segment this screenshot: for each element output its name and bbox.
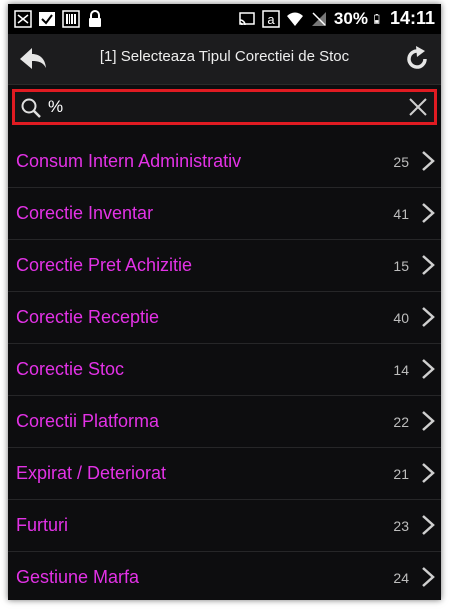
list-item-count: 24 — [393, 570, 409, 586]
list-item-label: Corectie Inventar — [16, 203, 154, 223]
chevron-right-icon — [422, 463, 435, 483]
list-item[interactable]: Furturi 23 — [8, 500, 441, 552]
list-item-count: 15 — [393, 258, 409, 274]
chevron-right-icon — [422, 411, 435, 431]
list-item[interactable]: Corectie Stoc 14 — [8, 344, 441, 396]
list-item-count: 41 — [393, 206, 409, 222]
list-item[interactable]: Corectie Inventar 41 — [8, 188, 441, 240]
chevron-right-icon — [422, 359, 435, 379]
svg-text:a: a — [267, 12, 275, 27]
chevron-right-icon — [422, 567, 435, 587]
list-item-count: 25 — [393, 154, 409, 170]
page-title: [1] Selecteaza Tipul Corectiei de Stoc — [99, 48, 350, 65]
chevron-right-icon — [422, 515, 435, 535]
back-arrow-icon[interactable] — [18, 46, 48, 72]
amazon-a-icon: a — [262, 9, 280, 28]
list-item[interactable]: Consum Intern Administrativ 25 — [8, 136, 441, 188]
list-item-count: 22 — [393, 414, 409, 430]
chevron-right-icon — [422, 203, 435, 223]
checkbox-notification-icon — [39, 12, 55, 26]
list-item[interactable]: Corectii Platforma 22 — [8, 396, 441, 448]
chevron-right-icon — [422, 255, 435, 275]
list-item-label: Furturi — [16, 515, 69, 535]
search-icon — [21, 98, 41, 118]
list-item-count: 40 — [393, 310, 409, 326]
status-bar: a 30% 14:11 — [8, 4, 441, 34]
search-box[interactable] — [12, 89, 437, 125]
lock-icon — [89, 10, 101, 27]
chevron-right-icon — [422, 151, 435, 171]
search-input[interactable] — [48, 95, 398, 119]
list-item[interactable]: Corectie Receptie 40 — [8, 292, 441, 344]
clock: 14:11 — [389, 8, 435, 28]
barcode-notification-icon — [62, 10, 80, 28]
correction-type-list: Consum Intern Administrativ 25 Corectie … — [8, 136, 441, 600]
phone-screen: a 30% 14:11 [1] Selecteaza Tipul Corecti… — [8, 4, 441, 600]
list-item[interactable]: Gestiune Marfa 24 — [8, 552, 441, 600]
list-item-label: Corectii Platforma — [16, 411, 160, 431]
no-signal-icon — [311, 11, 326, 26]
list-item-count: 21 — [393, 466, 409, 482]
wifi-icon — [286, 12, 303, 26]
list-item-label: Expirat / Deteriorat — [16, 463, 167, 483]
chevron-right-icon — [422, 307, 435, 327]
list-item-label: Gestiune Marfa — [16, 567, 140, 587]
list-item-count: 14 — [393, 362, 409, 378]
cast-icon — [239, 11, 255, 25]
list-item[interactable]: Expirat / Deteriorat 21 — [8, 448, 441, 500]
battery-percent: 30% — [333, 8, 368, 28]
list-item-label: Corectie Receptie — [16, 307, 160, 327]
app-notification-icon — [14, 10, 32, 28]
battery-icon — [374, 13, 380, 24]
list-item-count: 23 — [393, 518, 409, 534]
list-item-label: Corectie Stoc — [16, 359, 125, 379]
refresh-icon[interactable] — [403, 45, 431, 73]
list-item[interactable]: Corectie Pret Achizitie 15 — [8, 240, 441, 292]
list-item-label: Consum Intern Administrativ — [16, 151, 242, 171]
action-bar: [1] Selecteaza Tipul Corectiei de Stoc — [8, 34, 441, 85]
search-area — [8, 85, 441, 129]
list-item-label: Corectie Pret Achizitie — [16, 255, 193, 275]
clear-icon[interactable] — [408, 97, 428, 117]
